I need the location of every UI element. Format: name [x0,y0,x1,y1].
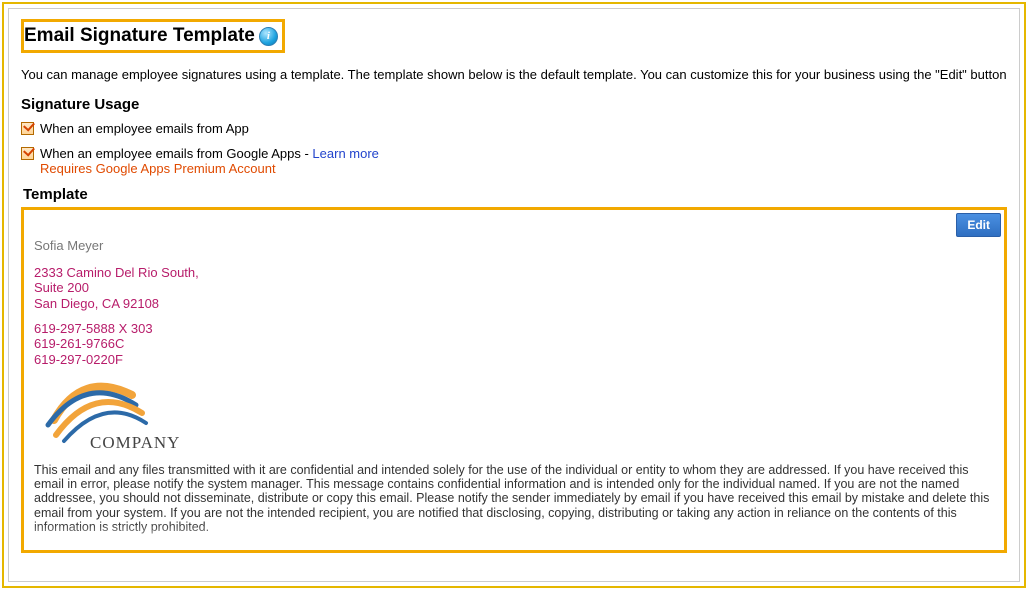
signature-usage-heading: Signature Usage [21,96,1007,113]
address-line-2: Suite 200 [34,280,994,295]
learn-more-link[interactable]: Learn more [312,146,378,161]
address-line-1: 2333 Camino Del Rio South, [34,265,994,280]
usage-option-google-prefix: When an employee emails from Google Apps… [40,146,312,161]
usage-option-app-label: When an employee emails from App [40,121,249,136]
signature-disclaimer: This email and any files transmitted wit… [34,463,994,534]
panel: Email Signature Template You can manage … [8,8,1020,582]
address-line-3: San Diego, CA 92108 [34,296,994,311]
signature-address: 2333 Camino Del Rio South, Suite 200 San… [34,265,994,311]
edit-button[interactable]: Edit [956,213,1001,237]
company-logo: COMPANY [34,369,194,461]
signature-phones: 619-297-5888 X 303 619-261-9766C 619-297… [34,321,994,367]
checkbox-app[interactable] [21,122,34,135]
template-preview-box: Edit Sofia Meyer 2333 Camino Del Rio Sou… [21,207,1007,553]
page-frame: Email Signature Template You can manage … [0,0,1028,590]
phone-cell: 619-261-9766C [34,336,994,351]
premium-required-note: Requires Google Apps Premium Account [40,161,379,176]
lead-text: You can manage employee signatures using… [21,67,1007,82]
phone-main: 619-297-5888 X 303 [34,321,994,336]
signature-name: Sofia Meyer [34,238,994,253]
usage-option-app: When an employee emails from App [21,121,1007,136]
template-heading: Template [23,186,1007,203]
usage-option-google: When an employee emails from Google Apps… [21,146,1007,176]
outer-highlight-border: Email Signature Template You can manage … [2,2,1026,588]
info-icon[interactable] [259,27,278,46]
title-highlight-box: Email Signature Template [21,19,285,53]
checkbox-google[interactable] [21,147,34,160]
page-title: Email Signature Template [24,22,257,50]
company-logo-text: COMPANY [90,433,180,453]
